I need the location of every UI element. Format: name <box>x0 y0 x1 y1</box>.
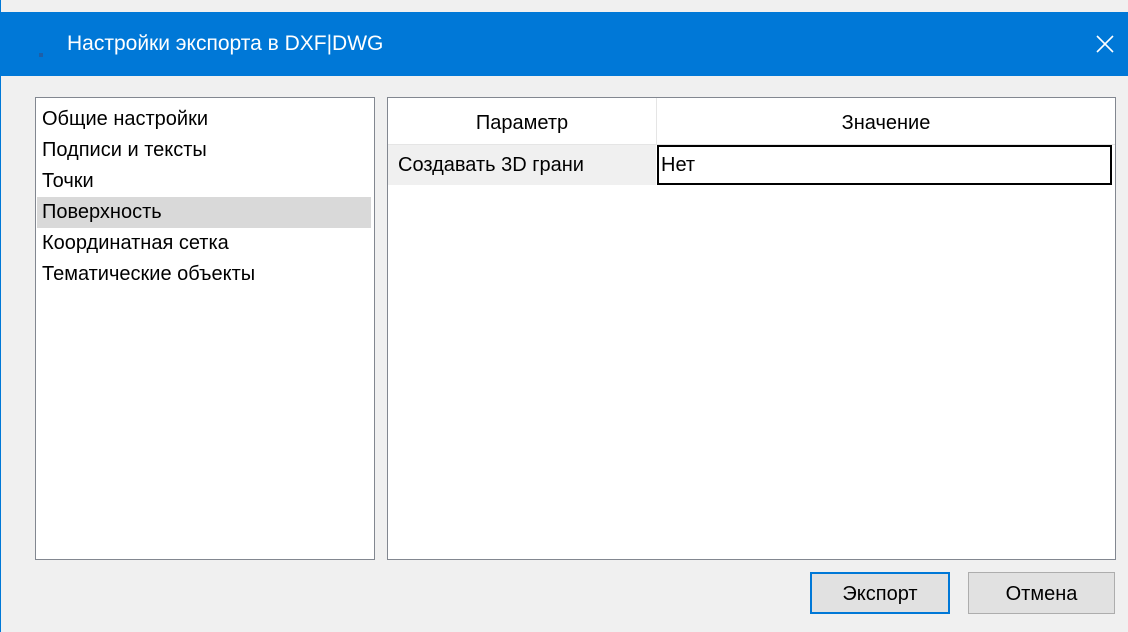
category-item-general[interactable]: Общие настройки <box>37 104 371 135</box>
category-item-coordinate-grid[interactable]: Координатная сетка <box>37 228 371 259</box>
window-title: Настройки экспорта в DXF|DWG <box>67 32 384 55</box>
param-name-cell[interactable]: Создавать 3D грани <box>388 145 656 185</box>
table-row: Создавать 3D грани Нет <box>388 145 1115 185</box>
property-grid: Параметр Значение Создавать 3D грани Нет <box>387 97 1116 560</box>
app-icon <box>39 53 43 57</box>
close-button[interactable] <box>1081 12 1128 76</box>
close-icon <box>1096 35 1114 53</box>
export-button[interactable]: Экспорт <box>810 572 950 614</box>
category-item-points[interactable]: Точки <box>37 166 371 197</box>
category-list[interactable]: Общие настройки Подписи и тексты Точки П… <box>35 97 375 560</box>
property-grid-header: Параметр Значение <box>388 98 1115 145</box>
title-bar[interactable]: Настройки экспорта в DXF|DWG <box>1 12 1128 76</box>
category-item-surface[interactable]: Поверхность <box>37 197 371 228</box>
column-header-parameter[interactable]: Параметр <box>388 98 657 144</box>
param-value-field[interactable]: Нет <box>657 145 1112 185</box>
category-item-thematic-objects[interactable]: Тематические объекты <box>37 259 371 290</box>
cancel-button[interactable]: Отмена <box>968 572 1115 614</box>
export-settings-dialog: Настройки экспорта в DXF|DWG Общие настр… <box>0 0 1128 632</box>
column-header-value[interactable]: Значение <box>657 98 1115 144</box>
category-item-labels-texts[interactable]: Подписи и тексты <box>37 135 371 166</box>
